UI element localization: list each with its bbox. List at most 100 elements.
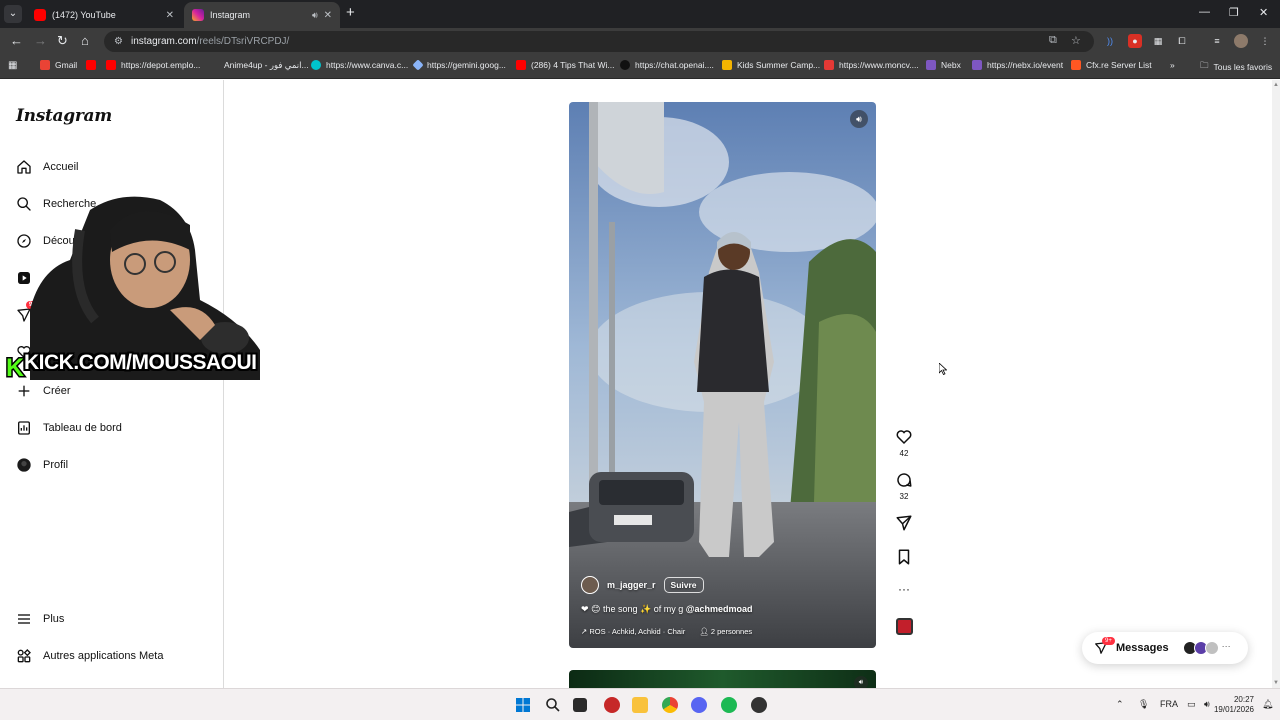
network-icon[interactable]: ▭ — [1187, 699, 1196, 710]
bookmark-item[interactable]: Cfx.re Server List — [1071, 60, 1152, 70]
close-window-icon[interactable]: ✕ — [1259, 6, 1268, 19]
canva-icon — [311, 60, 321, 70]
reel-video-frame — [569, 102, 876, 648]
restore-window-icon[interactable]: ❐ — [1229, 6, 1239, 19]
author-avatar[interactable] — [581, 576, 599, 594]
tab-search-button[interactable]: ⌄ — [4, 5, 22, 23]
app-icon[interactable] — [604, 697, 620, 713]
tab-audio-icon[interactable]: 🔊︎ — [312, 10, 318, 21]
bookmark-item[interactable]: https://www.canva.c... — [311, 60, 408, 70]
browser-menu-icon[interactable]: ⋮ — [1258, 34, 1272, 48]
tab-title: Instagram — [210, 10, 251, 20]
close-tab-icon[interactable]: ✕ — [166, 10, 174, 21]
caption-emoji: ✨ — [640, 604, 652, 614]
scroll-down-icon[interactable]: ▼ — [1273, 680, 1279, 686]
messages-label: Messages — [1116, 642, 1169, 654]
scroll-up-icon[interactable]: ▲ — [1273, 82, 1279, 88]
reel-caption[interactable]: ❤︎ 😊 the song ✨ of my g @achmedmoad — [581, 604, 864, 615]
steam-icon[interactable] — [751, 697, 767, 713]
microphone-icon[interactable]: 🎙︎ — [1138, 699, 1149, 710]
audio-track[interactable]: ↗ ROS · Achkid, Achkid · Chair — [581, 627, 685, 636]
task-view-icon[interactable] — [573, 698, 587, 712]
reel-sound-icon[interactable]: 🔊︎ — [850, 110, 868, 128]
apps-grid-icon[interactable]: ▦ — [8, 60, 17, 71]
extension-red-icon[interactable]: ● — [1128, 34, 1142, 48]
more-options-button[interactable]: ··· — [894, 582, 914, 596]
bookmark-item[interactable]: https://depot.emplo... — [106, 60, 200, 70]
bookmark-item[interactable]: (286) 4 Tips That Wi... — [516, 60, 614, 70]
back-arrow-icon[interactable]: ← — [10, 33, 23, 49]
spotify-icon[interactable] — [721, 697, 737, 713]
instagram-sidebar: Instagram Accueil Recherche Découvrir 9+… — [0, 80, 224, 688]
bookmark-item[interactable]: Anime4up - انمي فور... — [209, 60, 309, 71]
nav-item-dashboard[interactable]: Tableau de bord — [16, 420, 122, 436]
install-app-icon[interactable]: ⧉ — [1049, 34, 1057, 47]
search-icon[interactable] — [545, 697, 561, 713]
home-icon[interactable]: ⌂ — [81, 33, 89, 49]
like-button[interactable]: 42 — [894, 428, 914, 458]
instagram-logo[interactable]: Instagram — [16, 106, 112, 126]
plus-icon — [18, 385, 30, 397]
more-bookmarks-chevron-icon[interactable]: » — [1170, 60, 1175, 70]
extension-icon[interactable]: )) — [1103, 34, 1117, 48]
tagged-people[interactable]: 👤︎ 2 personnes — [699, 627, 752, 636]
page-scrollbar[interactable]: ▲ ▼ — [1272, 80, 1280, 688]
nav-item-profile[interactable]: Profil — [16, 457, 68, 473]
volume-icon[interactable]: 🔊︎ — [1204, 699, 1210, 710]
windows-taskbar: ⌃ 🎙︎ FRA ▭ 🔊︎ 20:27 19/01/2026 🔔︎ — [0, 688, 1280, 720]
dashboard-icon — [18, 421, 30, 435]
tray-chevron-icon[interactable]: ⌃ — [1116, 699, 1124, 710]
minimize-window-icon[interactable]: — — [1199, 6, 1210, 18]
bookmarks-bar: ▦ Gmail https://depot.emplo... Anime4up … — [0, 55, 1280, 79]
bookmark-item[interactable]: Nebx — [926, 60, 961, 70]
all-bookmarks-folder[interactable]: 🗀︎ Tous les favoris — [1200, 60, 1272, 74]
reload-icon[interactable]: ↻ — [57, 33, 68, 49]
tab-instagram[interactable]: Instagram 🔊︎ ✕ — [184, 2, 340, 28]
share-button[interactable] — [894, 514, 914, 534]
forward-arrow-icon[interactable]: → — [34, 33, 47, 49]
nav-item-more[interactable]: Plus — [16, 611, 64, 627]
bookmark-item[interactable]: https://gemini.goog... — [412, 59, 506, 71]
bookmark-label: Kids Summer Camp... — [737, 60, 821, 70]
anime-site-icon — [209, 60, 219, 71]
save-button[interactable] — [894, 548, 914, 568]
audio-thumbnail[interactable] — [896, 618, 913, 635]
discord-icon[interactable] — [691, 697, 707, 713]
system-clock[interactable]: 20:27 19/01/2026 — [1214, 695, 1254, 715]
bookmark-item[interactable] — [86, 60, 96, 70]
bookmark-star-icon[interactable]: ☆ — [1071, 34, 1081, 47]
reel-video[interactable]: 🔊︎ m_jagger_r Suivre ❤︎ 😊 the song ✨ of … — [569, 102, 876, 648]
profile-avatar-icon[interactable] — [1234, 34, 1248, 48]
caption-mention[interactable]: @achmedmoad — [686, 604, 753, 614]
nav-item-create[interactable]: Créer — [16, 383, 71, 399]
address-bar[interactable]: ⚙ instagram.com/reels/DTsriVRCPDJ/ — [104, 31, 1094, 52]
reading-list-icon[interactable]: ≡ — [1210, 34, 1224, 48]
notification-bell-icon[interactable]: 🔔︎ — [1262, 699, 1273, 710]
nebx-icon — [926, 60, 936, 70]
nav-item-meta-apps[interactable]: Autres applications Meta — [16, 648, 163, 664]
extensions-puzzle-icon[interactable]: ⧠ — [1175, 34, 1189, 48]
file-explorer-icon[interactable] — [632, 697, 648, 713]
comment-button[interactable]: 32 — [894, 471, 914, 501]
bookmark-item[interactable]: https://chat.openai.... — [620, 60, 714, 70]
bookmark-item[interactable]: Gmail — [40, 60, 77, 70]
windows-start-icon[interactable] — [515, 697, 531, 713]
author-username[interactable]: m_jagger_r — [607, 580, 656, 590]
bookmark-item[interactable]: Kids Summer Camp... — [722, 60, 820, 70]
next-reel-preview[interactable]: 🔊︎ — [569, 670, 876, 688]
language-indicator[interactable]: FRA — [1160, 699, 1178, 709]
reel-sound-icon[interactable]: 🔊︎ — [854, 676, 868, 688]
bookmark-item[interactable]: https://nebx.io/event — [972, 60, 1063, 70]
messages-button[interactable]: 9+ Messages ··· — [1082, 632, 1248, 664]
recent-contacts: ··· — [1182, 641, 1231, 655]
bookmark-item[interactable]: https://www.moncv.... — [824, 60, 919, 70]
extension-qr-icon[interactable]: ▦ — [1151, 34, 1165, 48]
new-tab-button[interactable]: + — [346, 5, 355, 21]
chrome-icon[interactable] — [662, 697, 678, 713]
comment-icon — [897, 473, 912, 487]
site-info-icon[interactable]: ⚙ — [114, 36, 123, 47]
close-tab-icon[interactable]: ✕ — [324, 10, 332, 21]
tab-youtube[interactable]: (1472) YouTube ✕ — [26, 2, 182, 28]
nav-item-home[interactable]: Accueil — [16, 159, 78, 175]
follow-button[interactable]: Suivre — [663, 577, 704, 593]
